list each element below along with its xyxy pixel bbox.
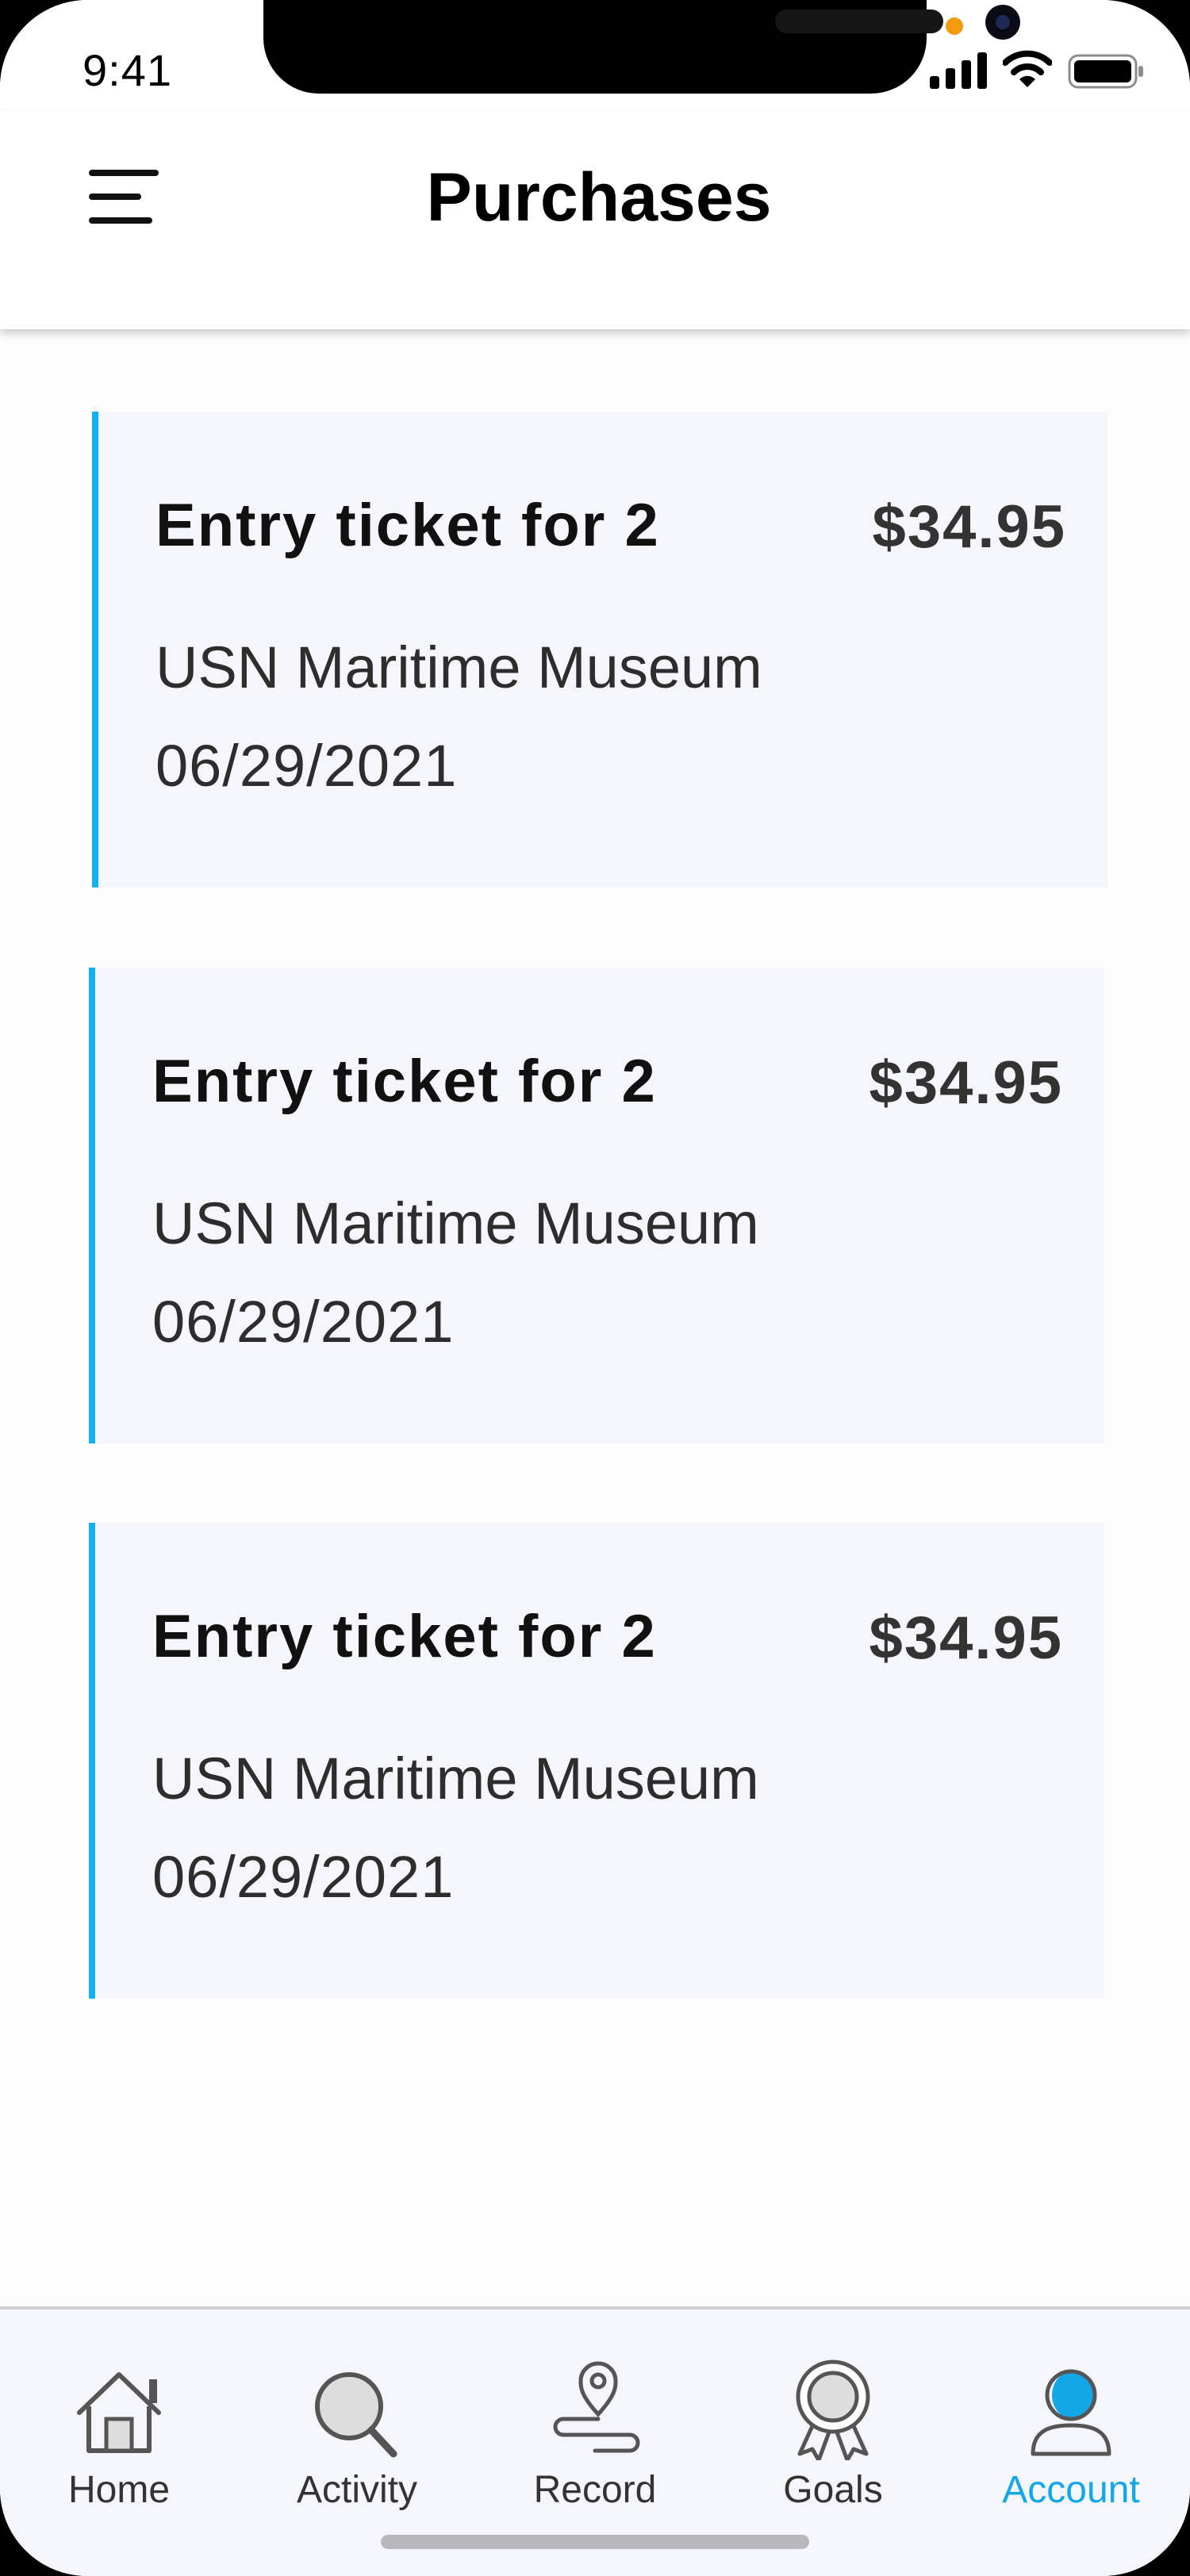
purchase-venue: USN Maritime Museum [155,634,762,700]
award-ribbon-icon [796,2359,870,2460]
magnifier-icon [315,2372,397,2458]
purchase-price: $34.95 [869,1049,1063,1117]
signal-icon [930,52,987,89]
phone-screen: 9:41 Purchases Entry ticket for 2 $34.95… [0,0,1190,2576]
purchase-venue: USN Maritime Museum [152,1190,759,1256]
tab-activity[interactable]: Activity [238,2310,476,2547]
tab-label: Activity [296,2469,417,2511]
purchase-title: Entry ticket for 2 [155,492,660,559]
page-title: Purchases [426,159,772,236]
tab-label: Record [533,2469,657,2511]
tab-goals[interactable]: Goals [714,2310,952,2547]
notch [263,0,1020,94]
speaker-grille [775,10,943,33]
purchase-title: Entry ticket for 2 [152,1603,657,1670]
privacy-indicator-dot [946,17,963,35]
map-pin-route-icon [553,2361,640,2453]
tab-label: Goals [783,2469,883,2511]
home-icon [77,2372,161,2453]
purchase-date: 06/29/2021 [152,1289,455,1355]
tab-label: Home [67,2469,171,2511]
purchase-card[interactable]: Entry ticket for 2 $34.95 USN Maritime M… [89,968,1104,1443]
tab-label: Account [1002,2469,1140,2511]
wifi-icon [1003,50,1052,87]
purchase-date: 06/29/2021 [152,1844,455,1910]
purchase-date: 06/29/2021 [155,733,458,799]
tab-record[interactable]: Record [476,2310,714,2547]
front-camera [985,5,1020,40]
status-bar: 9:41 [0,0,1190,111]
home-indicator[interactable] [381,2535,809,2549]
purchase-price: $34.95 [872,493,1066,561]
tab-account[interactable]: Account [952,2310,1190,2547]
purchase-card[interactable]: Entry ticket for 2 $34.95 USN Maritime M… [89,1523,1104,1999]
purchase-card[interactable]: Entry ticket for 2 $34.95 USN Maritime M… [92,412,1107,887]
battery-icon [1068,54,1143,89]
purchase-title: Entry ticket for 2 [152,1048,657,1115]
purchase-venue: USN Maritime Museum [152,1746,759,1811]
tab-home[interactable]: Home [0,2310,238,2547]
status-time: 9:41 [83,45,172,95]
user-icon [1031,2369,1111,2456]
app-header: Purchases [0,111,1190,329]
purchase-price: $34.95 [869,1604,1063,1672]
